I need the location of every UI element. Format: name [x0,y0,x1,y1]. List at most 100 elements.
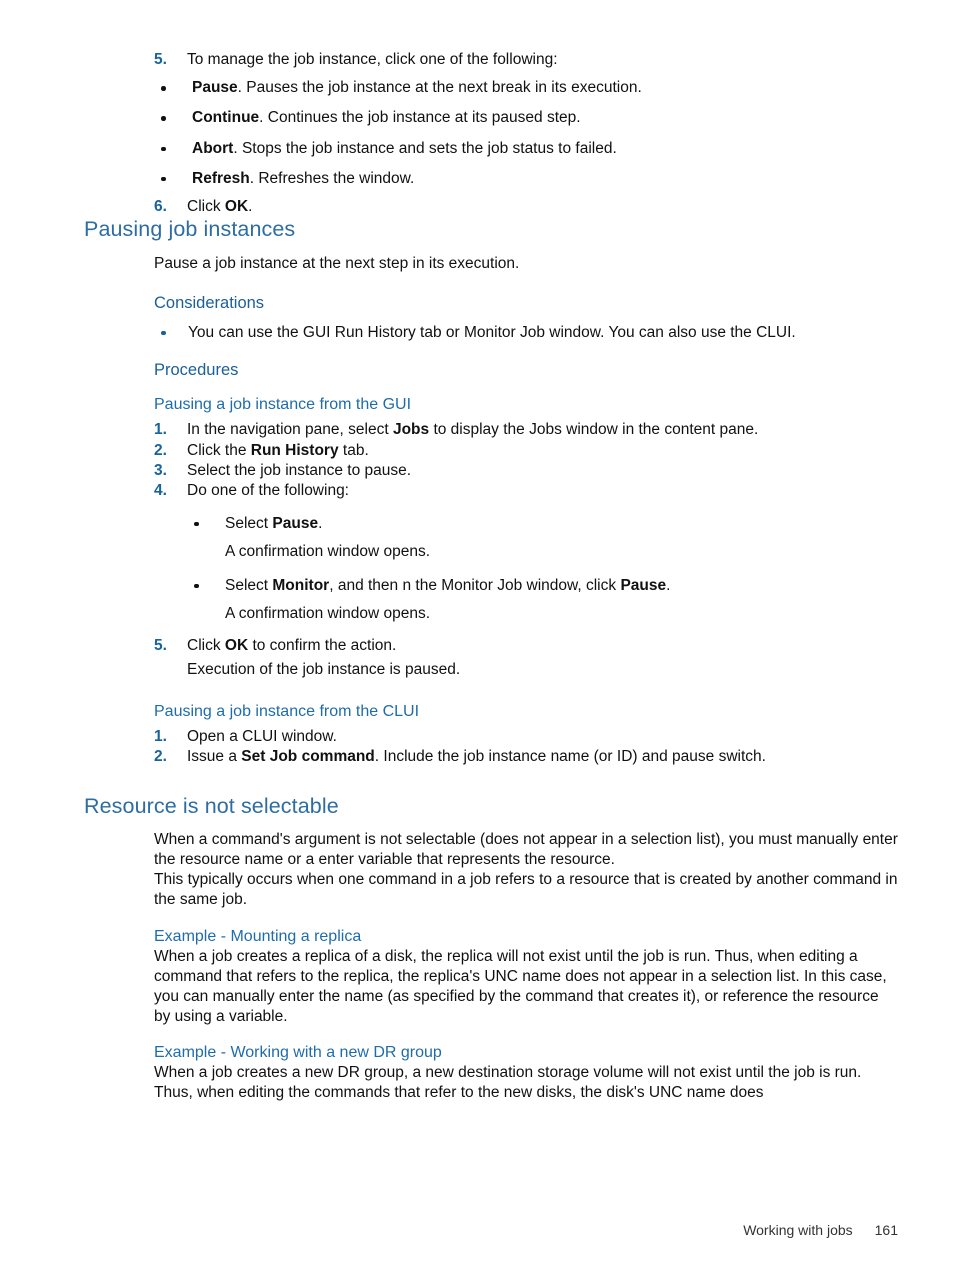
list-item-step-5: 5. To manage the job instance, click one… [154,50,898,70]
run-history-tab-reference: Run History [250,441,339,459]
step-text: To manage the job instance, click one of… [187,51,558,68]
action-label-continue: Continue [192,109,260,127]
top-steps-list: 5. To manage the job instance, click one… [154,50,898,70]
list-item-step-1: 1. Open a CLUI window. [154,727,898,747]
step-number: 6. [154,197,167,215]
clui-procedure-block: Pausing a job instance from the CLUI 1. … [154,703,898,768]
step-number: 1. [154,727,167,745]
step-text: Select the job instance to pause. [187,461,412,479]
step-text-pre: In the navigation pane, select [187,421,393,439]
considerations-bullet-list: You can use the GUI Run History tab or M… [154,323,898,343]
subsection-heading-pausing-from-clui: Pausing a job instance from the CLUI [154,702,420,720]
step-text-pre: Click [187,197,225,215]
step-number: 5. [154,637,167,655]
pause-action-reference: Pause [272,514,319,532]
page-footer: Working with jobs 161 [0,1222,898,1238]
subsection-heading-example-dr-group: Example - Working with a new DR group [154,1044,442,1062]
option-note: A confirmation window opens. [225,604,431,622]
action-description: . Pauses the job instance at the next br… [237,79,642,97]
resource-body-block: When a command's argument is not selecta… [154,830,898,910]
pausing-intro-block: Pause a job instance at the next step in… [154,254,898,274]
pause-action-reference: Pause [620,576,667,594]
step-number: 3. [154,461,167,479]
example-dr-group-text: When a job creates a new DR group, a new… [154,1063,862,1101]
option-text-post: . [318,514,323,532]
list-item: Continue. Continues the job instance at … [154,108,898,128]
section-heading-resource-not-selectable: Resource is not selectable [84,793,339,818]
subsection-heading-considerations: Considerations [154,293,265,312]
subsection-heading-example-mounting-replica: Example - Mounting a replica [154,928,362,946]
footer-page-number: 161 [874,1222,898,1238]
bullet-dot-icon [161,86,166,91]
consideration-text: You can use the GUI Run History tab or M… [188,323,796,341]
step4-options-bullet-list: Select Pause. A confirmation window open… [187,514,898,625]
gui-procedure-block: Pausing a job instance from the GUI 1. I… [154,396,898,681]
page-content: 5. To manage the job instance, click one… [84,50,898,1103]
considerations-block: Considerations You can use the GUI Run H… [154,294,898,343]
list-item-step-5: 5. Click OK to confirm the action. Execu… [154,636,898,680]
option-note: A confirmation window opens. [225,542,431,560]
list-item-step-6: 6. Click OK. [154,197,898,217]
document-page: 5. To manage the job instance, click one… [0,0,954,1271]
step-text-pre: Issue a [187,748,242,766]
step-text-post: tab. [338,441,369,459]
step-text: Open a CLUI window. [187,727,337,745]
jobs-nav-reference: Jobs [392,421,430,439]
step-number: 5. [154,51,167,68]
monitor-action-reference: Monitor [272,576,330,594]
action-label-abort: Abort [192,139,234,157]
step-text-post: . [248,197,253,215]
list-item: Select Monitor, and then n the Monitor J… [187,576,898,624]
step-text: In the navigation pane, select Jobs to d… [187,420,898,440]
bullet-dot-icon [161,146,166,152]
example-dr-group-block: Example - Working with a new DR group Wh… [154,1044,898,1102]
bullet-dot-icon [194,521,199,527]
ok-button-reference: OK [224,637,249,655]
step-text: Do one of the following: [187,482,349,500]
step-number: 1. [154,421,167,439]
step-text: Issue a Set Job command. Include the job… [187,747,898,767]
top-steps-list-continued: 6. Click OK. [154,197,898,217]
section-heading-pausing-job-instances: Pausing job instances [84,217,296,242]
gui-steps-list: 1. In the navigation pane, select Jobs t… [154,420,898,501]
set-job-command-reference: Set Job command [241,748,375,766]
step-text-post: to display the Jobs window in the conten… [429,421,759,439]
example-replica-block: Example - Mounting a replica When a job … [154,928,898,1026]
option-text-mid: , and then n the Monitor Job window, cli… [329,576,621,594]
list-item-step-2: 2. Click the Run History tab. [154,441,898,461]
step-text-pre: Click the [187,441,251,459]
action-description: . Refreshes the window. [249,169,415,187]
step-number: 2. [154,441,167,459]
action-description: . Continues the job instance at its paus… [259,109,581,127]
subsection-heading-pausing-from-gui: Pausing a job instance from the GUI [154,395,412,413]
list-item: Refresh. Refreshes the window. [154,169,898,189]
option-text-post: . [666,576,671,594]
list-item: Pause. Pauses the job instance at the ne… [154,78,898,98]
clui-steps-list: 1. Open a CLUI window. 2. Issue a Set Jo… [154,727,898,768]
subsection-heading-procedures: Procedures [154,360,239,379]
ok-button-reference: OK [224,197,249,215]
step-text-post: . Include the job instance name (or ID) … [374,748,766,766]
list-item: Select Pause. A confirmation window open… [187,514,898,562]
footer-section-label: Working with jobs [743,1222,853,1238]
procedures-block: Procedures [154,361,898,380]
bullet-dot-icon [194,583,199,589]
list-item-step-1: 1. In the navigation pane, select Jobs t… [154,420,898,440]
section-intro-text: Pause a job instance at the next step in… [154,254,520,272]
bullet-dot-icon [161,330,166,336]
step-text-pre: Click [187,637,225,655]
example-replica-text: When a job creates a replica of a disk, … [154,947,887,1025]
manage-actions-bullet-list: Pause. Pauses the job instance at the ne… [154,78,898,189]
step-text: Click OK. [187,197,898,217]
list-item: Abort. Stops the job instance and sets t… [154,139,898,159]
bullet-dot-icon [161,176,166,182]
step-text: Click OK to confirm the action. [187,636,898,656]
gui-steps-list-continued: 5. Click OK to confirm the action. Execu… [154,636,898,680]
resource-paragraph-2: This typically occurs when one command i… [154,871,898,909]
step-text: Click the Run History tab. [187,441,898,461]
step-number: 4. [154,482,167,500]
action-label-refresh: Refresh [192,169,250,187]
step-text-post: to confirm the action. [248,637,397,655]
list-item-step-4: 4. Do one of the following: [154,481,898,501]
list-item-step-3: 3. Select the job instance to pause. [154,461,898,481]
